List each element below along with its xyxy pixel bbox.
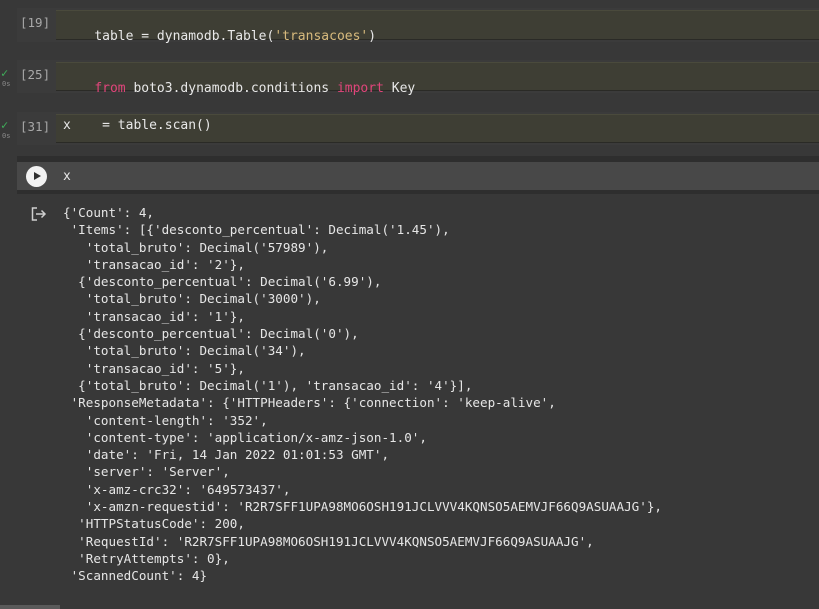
output-line: 'transacao_id': '2'},	[63, 256, 245, 272]
output-line: 'RetryAttempts': 0},	[63, 550, 230, 566]
execution-count: [25]	[20, 67, 51, 82]
output-line: 'transacao_id': '5'},	[63, 360, 245, 376]
code-text[interactable]: x = table.scan()	[63, 118, 212, 133]
output-line: {'total_bruto': Decimal('1'), 'transacao…	[63, 377, 473, 393]
keyword-token: from	[94, 81, 126, 96]
check-icon: ✓	[1, 66, 9, 80]
output-line: 'x-amzn-requestid': 'R2R7SFF1UPA98MO6OSH…	[63, 499, 662, 515]
output-line: {'desconto_percentual': Decimal('6.99'),	[63, 274, 382, 290]
code-text[interactable]: from boto3.dynamodb.conditions import Ke…	[63, 66, 415, 111]
code-token: table = dynamodb.Table(	[94, 29, 275, 44]
execution-count: [31]	[20, 119, 51, 134]
output-line: 'content-type': 'application/x-amz-json-…	[63, 429, 427, 445]
execution-time: 0s	[2, 80, 11, 88]
output-line: 'total_bruto': Decimal('57989'),	[63, 239, 329, 255]
scrollbar[interactable]	[0, 605, 60, 609]
output-line: 'server': 'Server',	[63, 464, 230, 480]
code-text[interactable]: x	[63, 169, 71, 184]
code-cell-31[interactable]: ✓ 0s [31] x = table.scan()	[0, 112, 819, 145]
output-line: 'date': 'Fri, 14 Jan 2022 01:01:53 GMT',	[63, 447, 390, 463]
output-line: 'x-amz-crc32': '649573437',	[63, 481, 291, 497]
output-line: 'RequestId': 'R2R7SFF1UPA98MO6OSH191JCLV…	[63, 533, 594, 549]
code-token: )	[368, 29, 377, 44]
output-line: 'HTTPStatusCode': 200,	[63, 516, 245, 532]
cell-output: {'Count': 4, 'Items': [{'desconto_percen…	[63, 204, 662, 585]
code-cell-19[interactable]: [19] table = dynamodb.Table('transacoes'…	[0, 8, 819, 44]
check-icon: ✓	[1, 118, 9, 132]
string-token: 'transacoes'	[274, 29, 369, 44]
output-line: {'Count': 4,	[63, 205, 154, 220]
output-line: {'desconto_percentual': Decimal('0'),	[63, 326, 359, 342]
code-cell-25[interactable]: ✓ 0s [25] from boto3.dynamodb.conditions…	[0, 60, 819, 96]
output-line: 'content-length': '352',	[63, 412, 268, 428]
output-line: 'ResponseMetadata': {'HTTPHeaders': {'co…	[63, 395, 556, 411]
run-cell-button[interactable]	[26, 166, 47, 187]
output-line: 'Items': [{'desconto_percentual': Decima…	[63, 222, 450, 238]
code-line-highlight	[17, 162, 819, 190]
output-redirect-icon[interactable]	[31, 207, 47, 221]
keyword-token: import	[336, 81, 384, 96]
execution-time: 0s	[2, 132, 11, 140]
output-line: 'transacao_id': '1'},	[63, 308, 245, 324]
code-token: Key	[383, 81, 416, 96]
output-line: 'ScannedCount': 4}	[63, 568, 208, 584]
code-text[interactable]: table = dynamodb.Table('transacoes')	[63, 14, 376, 59]
execution-count: [19]	[20, 15, 51, 30]
output-line: 'total_bruto': Decimal('3000'),	[63, 291, 321, 307]
code-token: boto3.dynamodb.conditions	[125, 81, 337, 96]
active-code-cell[interactable]: x	[0, 156, 819, 196]
output-line: 'total_bruto': Decimal('34'),	[63, 343, 306, 359]
